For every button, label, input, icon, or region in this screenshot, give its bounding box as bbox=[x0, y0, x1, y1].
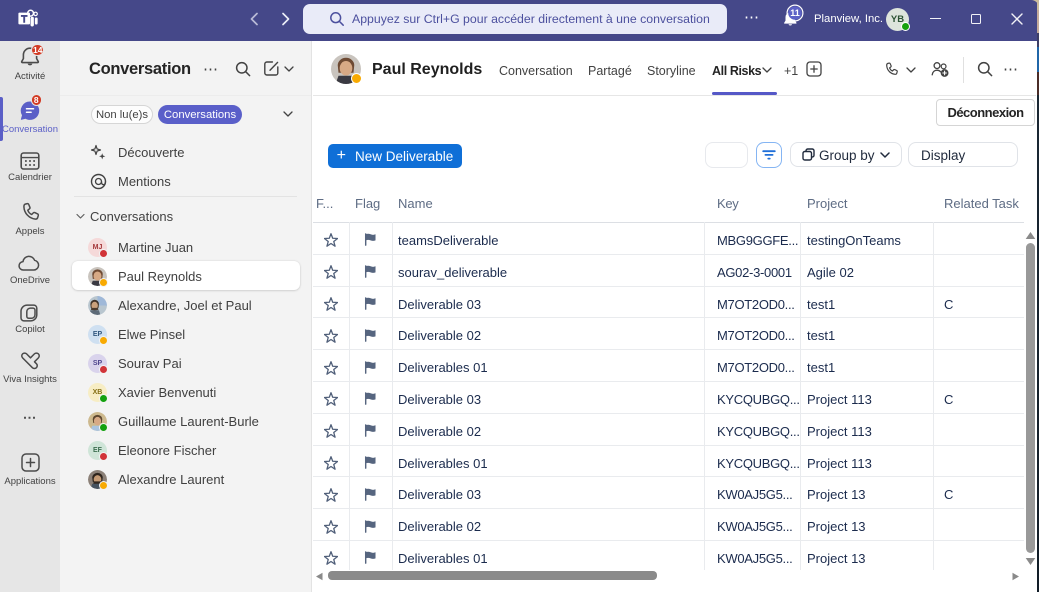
svg-text:11: 11 bbox=[790, 8, 800, 18]
